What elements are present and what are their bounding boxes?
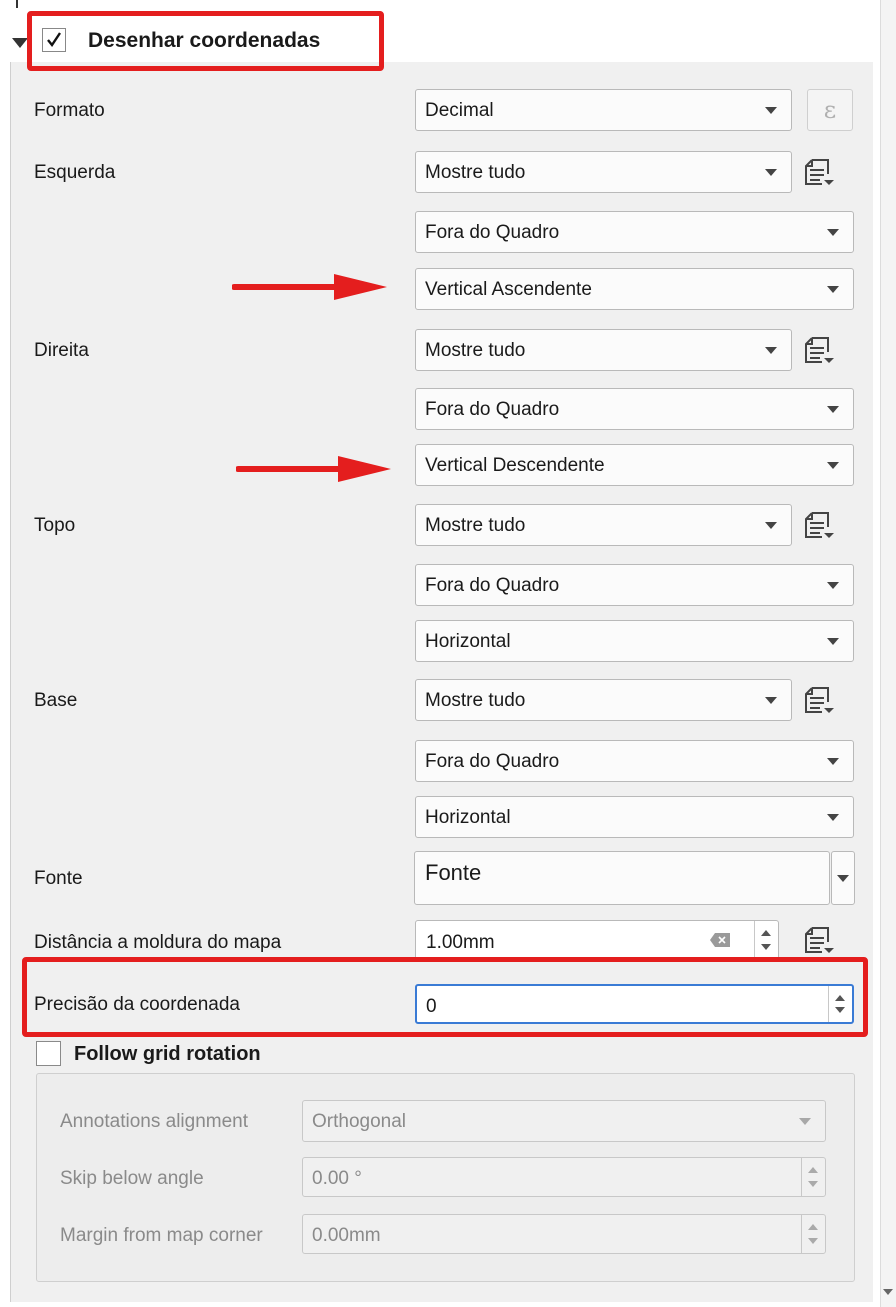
right-direction-select[interactable]: Vertical Descendente: [415, 444, 854, 486]
format-label: Formato: [34, 100, 105, 121]
top-position-select[interactable]: Fora do Quadro: [415, 564, 854, 606]
margin-from-map-corner-label: Margin from map corner: [60, 1225, 263, 1246]
margin-from-map-corner-input[interactable]: 0.00mm: [302, 1214, 826, 1254]
font-menu-button[interactable]: [831, 851, 855, 905]
chevron-down-icon: [765, 169, 777, 176]
skip-angle-spinner[interactable]: [801, 1158, 825, 1196]
distance-label: Distância a moldura do mapa: [34, 932, 282, 953]
top-label: Topo: [34, 515, 76, 536]
data-defined-override-icon[interactable]: [800, 507, 836, 543]
chevron-down-icon: [827, 638, 839, 645]
chevron-down-icon: [765, 522, 777, 529]
annotations-alignment-label: Annotations alignment: [60, 1111, 249, 1132]
chevron-down-icon: [765, 697, 777, 704]
data-defined-override-icon[interactable]: [800, 922, 836, 958]
bottom-display-select[interactable]: Mostre tudo: [415, 679, 792, 721]
bottom-direction-select[interactable]: Horizontal: [415, 796, 854, 838]
right-position-select[interactable]: Fora do Quadro: [415, 388, 854, 430]
distance-spinner[interactable]: [754, 921, 778, 959]
chevron-down-icon: [827, 406, 839, 413]
red-arrow-icon: [232, 274, 387, 300]
scroll-down-icon[interactable]: [883, 1289, 893, 1295]
left-label: Esquerda: [34, 162, 116, 183]
clear-icon[interactable]: [709, 932, 731, 948]
left-direction-select[interactable]: Vertical Ascendente: [415, 268, 854, 310]
format-select[interactable]: Decimal: [415, 89, 792, 131]
chevron-down-icon: [827, 582, 839, 589]
skip-below-angle-label: Skip below angle: [60, 1168, 204, 1189]
right-display-select[interactable]: Mostre tudo: [415, 329, 792, 371]
divider: [16, 0, 18, 8]
bottom-label: Base: [34, 690, 78, 711]
margin-spinner[interactable]: [801, 1215, 825, 1253]
annotations-alignment-select[interactable]: Orthogonal: [302, 1100, 826, 1142]
chevron-down-icon: [827, 814, 839, 821]
follow-grid-rotation-label: Follow grid rotation: [74, 1043, 261, 1065]
collapse-arrow-icon[interactable]: [12, 38, 28, 48]
right-label: Direita: [34, 340, 89, 361]
data-defined-override-icon[interactable]: [800, 682, 836, 718]
scrollbar[interactable]: [880, 0, 896, 1307]
data-defined-override-icon[interactable]: [800, 332, 836, 368]
chevron-down-icon: [827, 462, 839, 469]
epsilon-icon[interactable]: ε: [807, 89, 853, 131]
chevron-down-icon: [827, 286, 839, 293]
bottom-position-select[interactable]: Fora do Quadro: [415, 740, 854, 782]
skip-below-angle-input[interactable]: 0.00 °: [302, 1157, 826, 1197]
font-button[interactable]: Fonte: [414, 851, 830, 905]
top-direction-select[interactable]: Horizontal: [415, 620, 854, 662]
chevron-down-icon: [827, 229, 839, 236]
left-display-select[interactable]: Mostre tudo: [415, 151, 792, 193]
chevron-down-icon: [765, 347, 777, 354]
red-arrow-icon: [236, 456, 391, 482]
chevron-down-icon: [799, 1118, 811, 1125]
chevron-down-icon: [837, 875, 849, 882]
top-display-select[interactable]: Mostre tudo: [415, 504, 792, 546]
font-label: Fonte: [34, 868, 83, 889]
highlight-box-header: [27, 11, 384, 71]
left-position-select[interactable]: Fora do Quadro: [415, 211, 854, 253]
highlight-box-precision: [22, 957, 868, 1037]
follow-grid-rotation-checkbox[interactable]: [36, 1041, 61, 1066]
data-defined-override-icon[interactable]: [800, 154, 836, 190]
distance-input[interactable]: 1.00mm: [415, 920, 779, 960]
chevron-down-icon: [765, 107, 777, 114]
chevron-down-icon: [827, 758, 839, 765]
